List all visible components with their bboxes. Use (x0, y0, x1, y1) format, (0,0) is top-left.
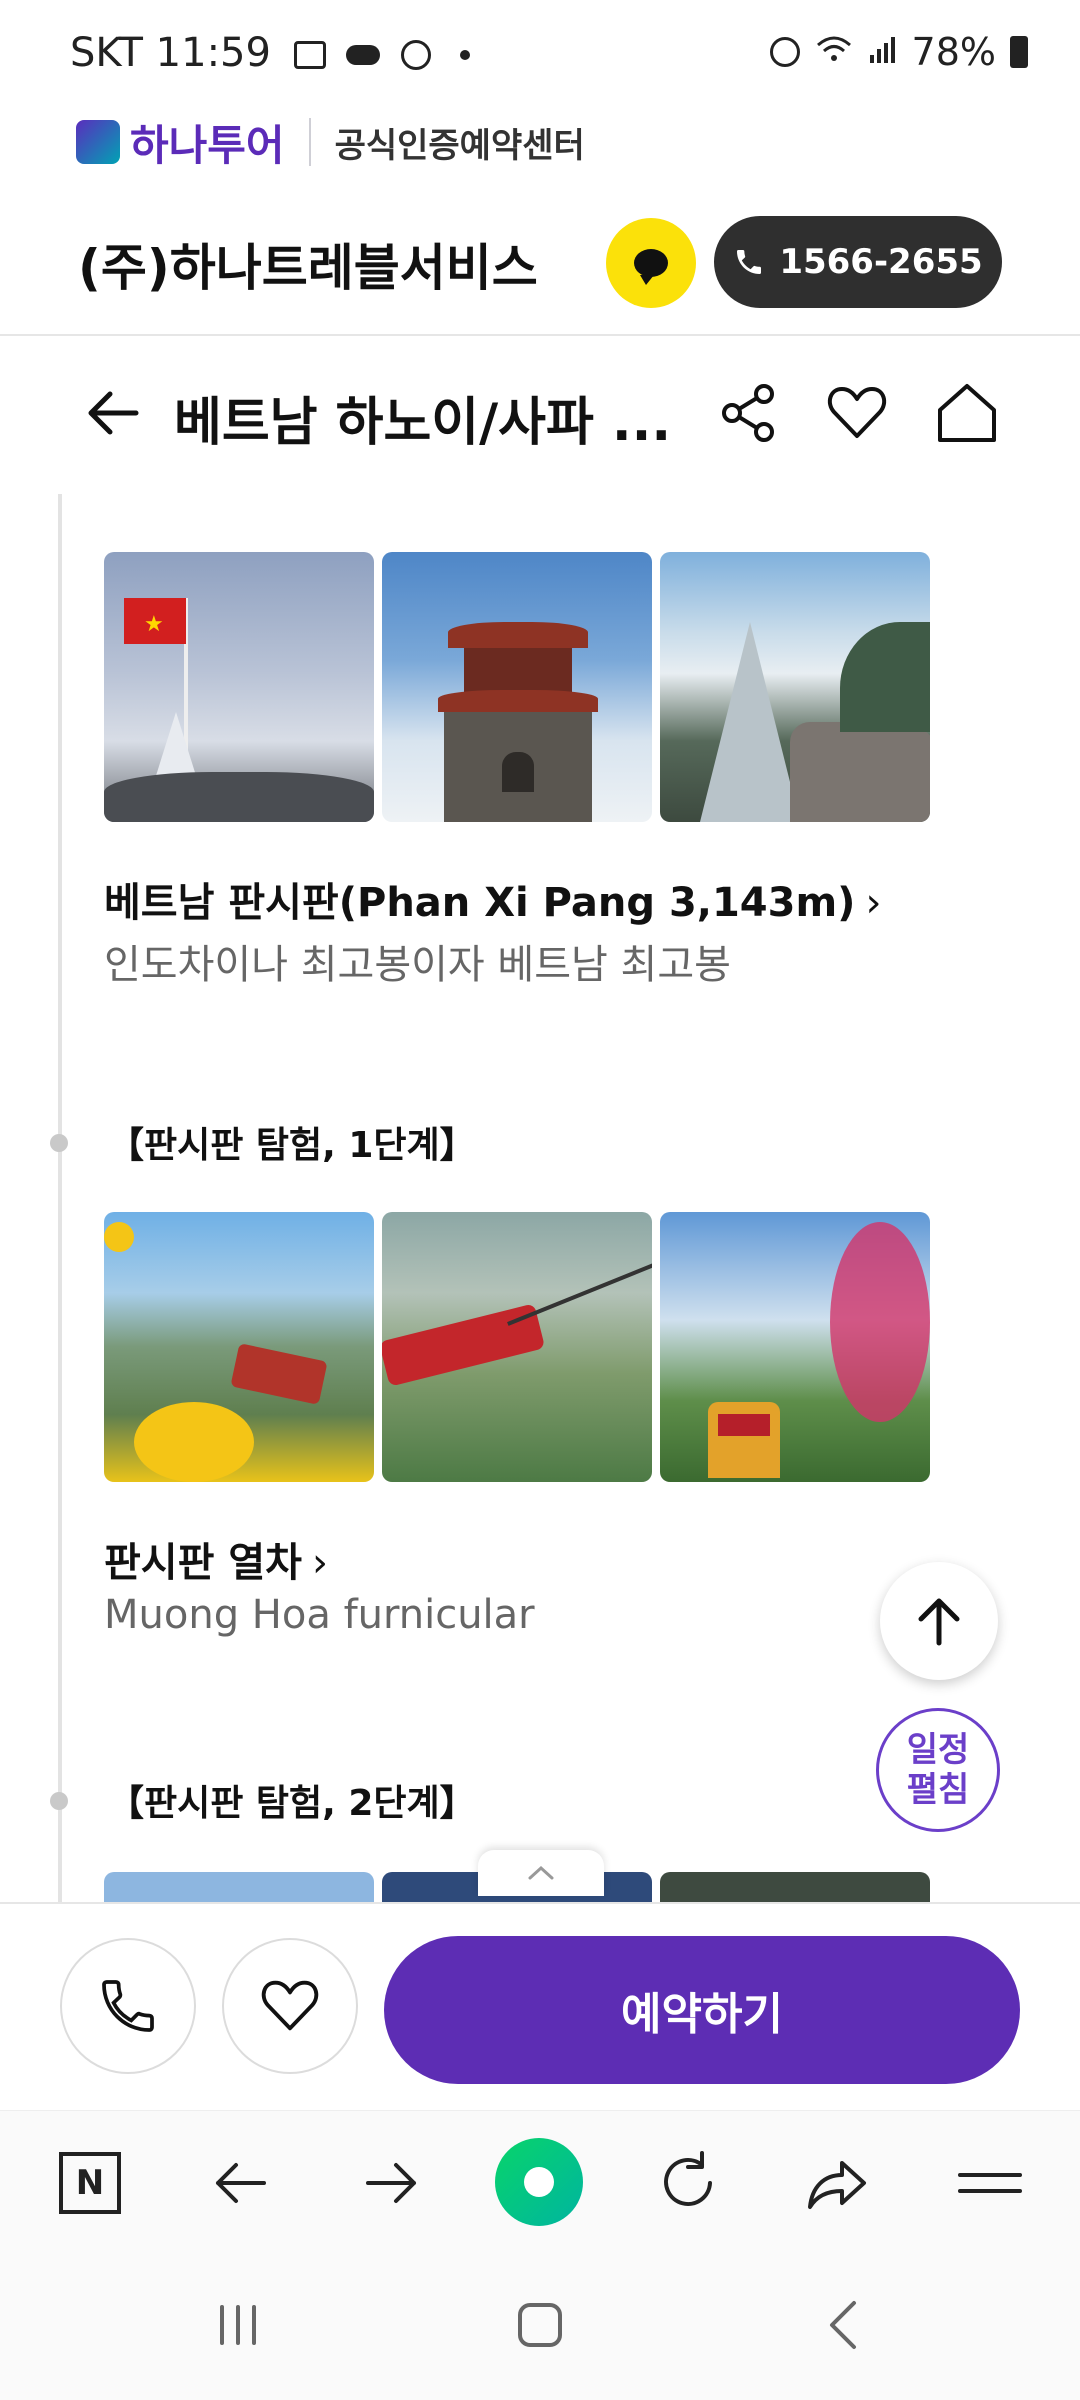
wishlist-button[interactable] (222, 1938, 358, 2074)
reserve-button[interactable]: 예약하기 (384, 1936, 1020, 2084)
timeline-line (58, 494, 62, 1904)
browser-toolbar: N (0, 2110, 1080, 2251)
carrier-label: SKT (70, 30, 143, 76)
status-right: 78% (769, 30, 1028, 74)
gallery-icon (293, 41, 326, 69)
header-divider (0, 334, 1080, 336)
item-subtitle: Muong Hoa furnicular (104, 1592, 535, 1638)
chevron-up-icon (528, 1865, 554, 1880)
photo-stage2-a[interactable] (104, 1872, 374, 1902)
kakao-chat-button[interactable] (606, 218, 696, 308)
photo-train-roses[interactable] (660, 1212, 930, 1482)
arrow-up-icon (918, 1598, 960, 1646)
scroll-top-button[interactable] (880, 1562, 998, 1680)
home-icon[interactable] (934, 380, 1000, 446)
item-title: 판시판 열차 (104, 1540, 302, 1586)
company-name: (주)하나트레블서비스 (78, 239, 538, 297)
expand-panel-handle[interactable] (478, 1850, 604, 1896)
timeline-dot (50, 1134, 68, 1152)
photo-train-flowers[interactable] (104, 1212, 374, 1482)
section-label: 【판시판 탐험, 1단계】 (108, 1125, 476, 1166)
status-time: SKT 11:59 (70, 30, 470, 76)
bottom-action-bar: 예약하기 (0, 1902, 1080, 2110)
cloud-icon (346, 45, 381, 65)
brand-divider (308, 118, 311, 166)
title-bar: 베트남 하노이/사파 ... (0, 372, 1080, 462)
call-button[interactable] (60, 1938, 196, 2074)
naver-n-icon[interactable]: N (52, 2145, 128, 2221)
menu-icon[interactable] (952, 2145, 1028, 2221)
phone-icon (737, 250, 762, 274)
chevron-right-icon: › (865, 880, 882, 926)
battery-icon (1010, 36, 1028, 68)
signal-icon (868, 30, 898, 74)
photo-temple-tower[interactable] (382, 552, 652, 822)
phone-outline-icon (102, 1980, 154, 2032)
brand-center-label: 공식인증예약센터 (334, 125, 585, 166)
status-bar: SKT 11:59 78% (0, 0, 1080, 100)
photo-pyramid-marker[interactable] (660, 552, 930, 822)
heart-outline-icon (261, 1980, 319, 2031)
item-subtitle: 인도차이나 최고봉이자 베트남 최고봉 (104, 942, 731, 988)
brand-row: 하나투어 공식인증예약센터 (76, 110, 585, 174)
clock: 11:59 (155, 30, 271, 76)
photo-row-train (104, 1212, 930, 1482)
browser-forward-icon[interactable] (354, 2145, 430, 2221)
system-nav-bar (0, 2250, 1080, 2400)
call-phone-button[interactable]: 1566-2655 (714, 216, 1002, 308)
section-label: 【판시판 탐험, 2단계】 (108, 1783, 476, 1824)
recent-apps-icon[interactable] (208, 2295, 268, 2355)
battery-percent: 78% (911, 30, 996, 74)
item-link-fansipan[interactable]: 베트남 판시판(Phan Xi Pang 3,143m) › (104, 870, 881, 928)
shoe-icon (401, 40, 432, 70)
schedule-label-line1: 일정 (906, 1730, 970, 1770)
chat-bubble-icon (634, 249, 668, 285)
schedule-label-line2: 펼침 (906, 1770, 970, 1810)
dot-indicator-icon (459, 50, 470, 60)
share-icon[interactable] (716, 380, 782, 446)
schedule-expand-button[interactable]: 일정 펼침 (876, 1708, 1000, 1832)
photo-train-slope[interactable] (382, 1212, 652, 1482)
timeline-dot (50, 1792, 68, 1810)
alarm-icon (769, 37, 800, 67)
back-arrow-icon[interactable] (82, 382, 144, 444)
item-link-train[interactable]: 판시판 열차 › (104, 1530, 328, 1588)
chevron-right-icon: › (311, 1540, 328, 1586)
brand-name: 하나투어 (130, 120, 285, 170)
home-nav-icon[interactable] (510, 2295, 570, 2355)
browser-back-icon[interactable] (202, 2145, 278, 2221)
hanatour-logo-icon (76, 120, 120, 164)
naver-green-dot-button[interactable] (494, 2137, 584, 2227)
heart-icon[interactable] (824, 380, 890, 446)
photo-row-fansipan: ★ (104, 552, 930, 822)
item-title: 베트남 판시판(Phan Xi Pang 3,143m) (104, 880, 856, 926)
wifi-icon (814, 30, 854, 74)
refresh-icon[interactable] (650, 2145, 726, 2221)
photo-flag-summit[interactable]: ★ (104, 552, 374, 822)
share-arrow-icon[interactable] (800, 2145, 876, 2221)
back-nav-icon[interactable] (814, 2295, 874, 2355)
page-title: 베트남 하노이/사파 ... (174, 393, 672, 453)
photo-stage2-c[interactable] (660, 1872, 930, 1902)
phone-number: 1566-2655 (779, 242, 983, 282)
